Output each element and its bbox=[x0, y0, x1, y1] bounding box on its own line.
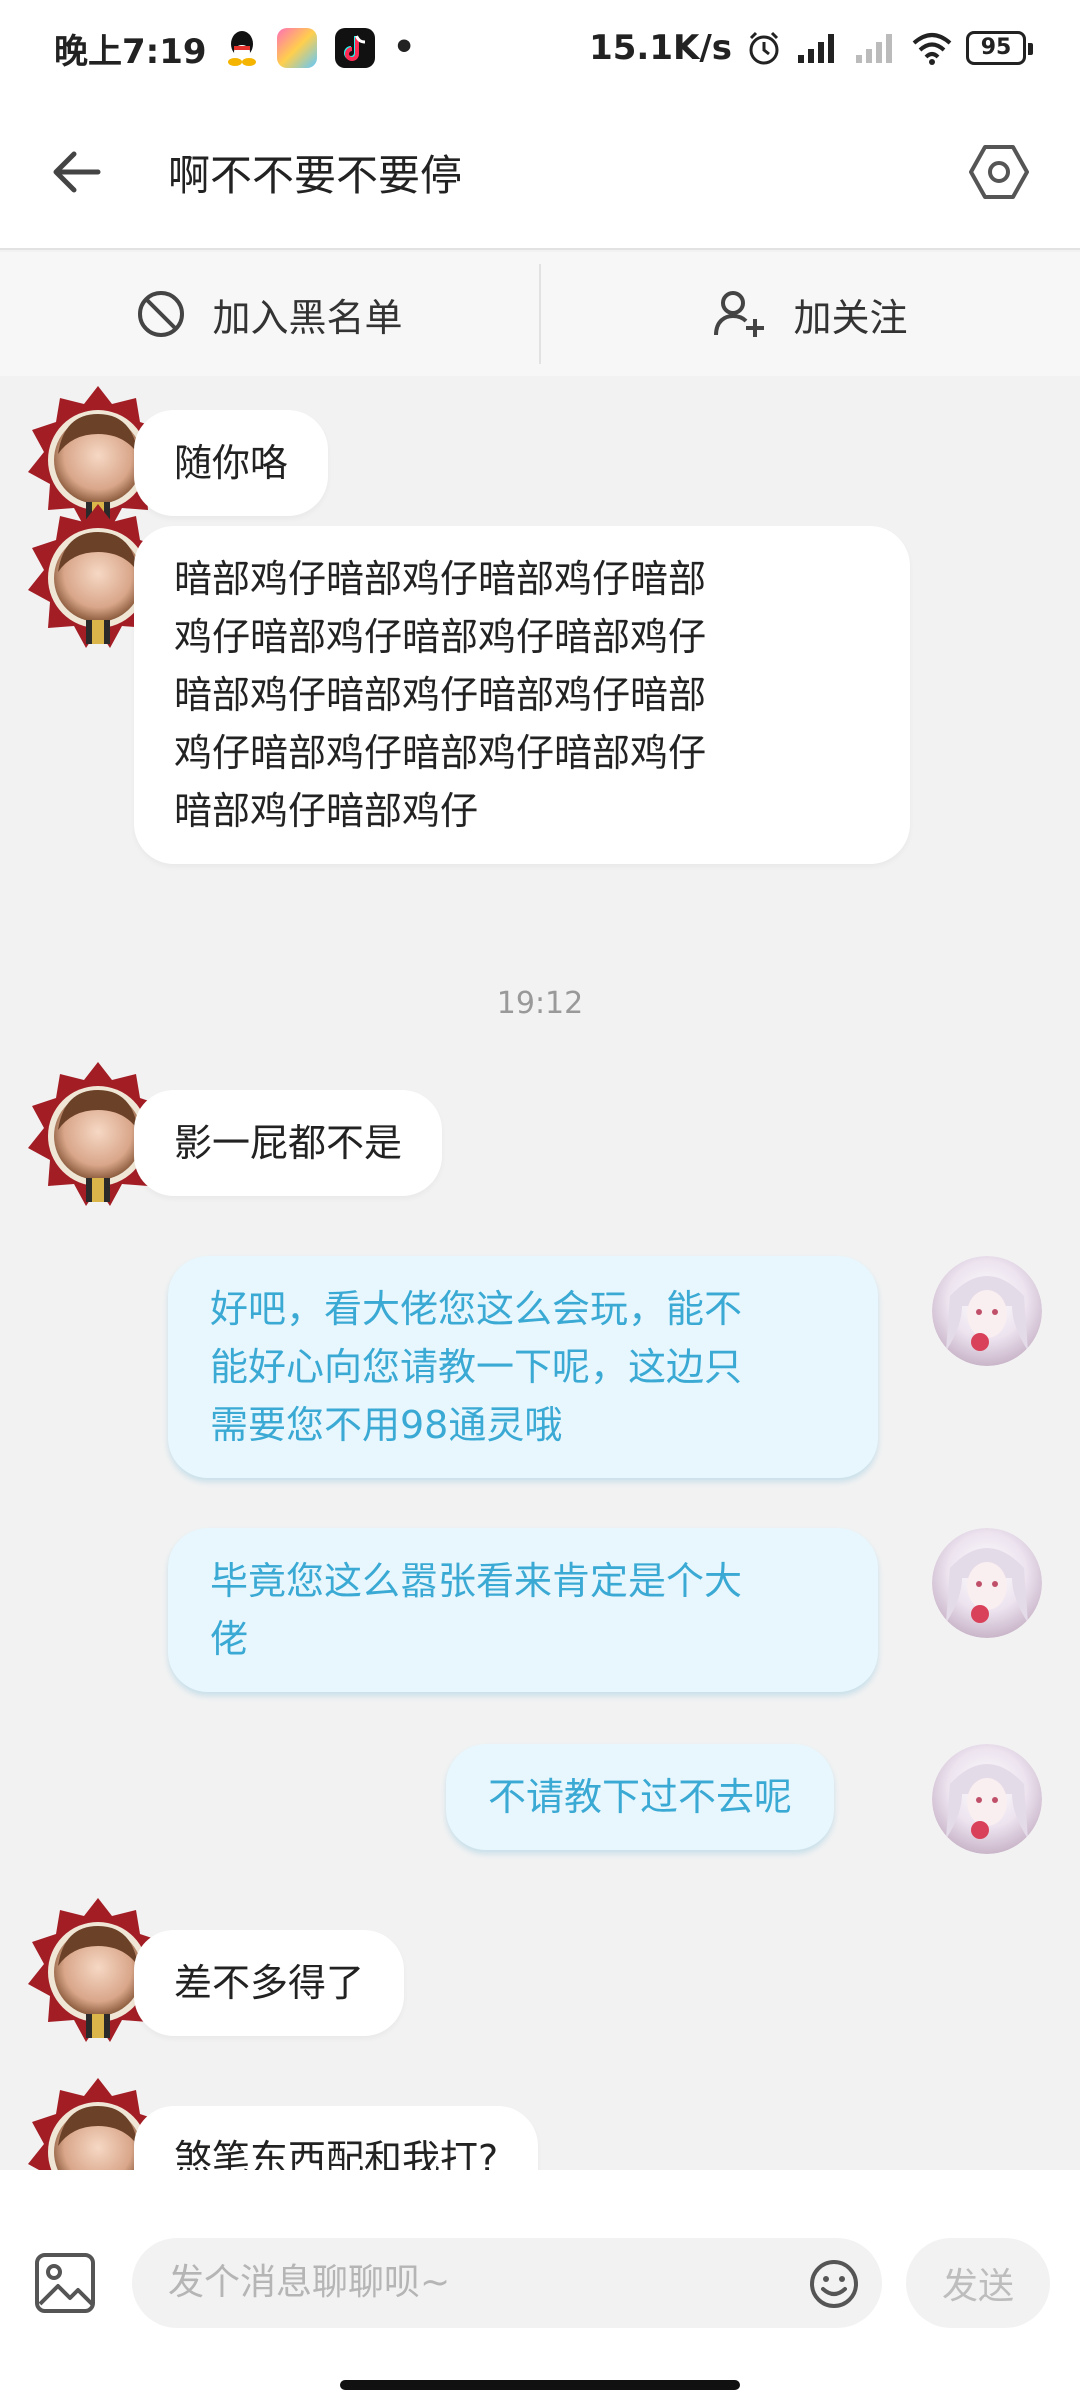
emoji-icon[interactable] bbox=[808, 2258, 860, 2310]
tiktok-icon bbox=[334, 28, 375, 68]
signal-weak-icon bbox=[856, 34, 892, 63]
message-bubble-incoming[interactable]: 煞笔东西配和我打? bbox=[134, 2106, 539, 2170]
message-bubble-incoming[interactable]: 差不多得了 bbox=[134, 1930, 405, 2036]
follow-label: 加关注 bbox=[793, 295, 908, 340]
message-input-bar: 发个消息聊聊呗~ 发送 bbox=[0, 2170, 1080, 2400]
follow-button[interactable]: 加关注 bbox=[541, 252, 1080, 376]
message-text: 影一屁都不是 bbox=[174, 1121, 403, 1165]
status-right: 15.1K/s 95 bbox=[589, 28, 1033, 68]
back-button[interactable] bbox=[22, 117, 132, 227]
message-list[interactable]: 随你咯 暗部鸡仔暗部鸡仔暗部鸡仔暗部 鸡仔暗部鸡仔暗部鸡仔暗部鸡仔 暗部鸡仔暗部… bbox=[0, 376, 1080, 2170]
wifi-icon bbox=[912, 33, 952, 65]
block-icon bbox=[138, 291, 185, 337]
message-input[interactable]: 发个消息聊聊呗~ bbox=[132, 2238, 882, 2328]
message-line: 鸡仔暗部鸡仔暗部鸡仔暗部鸡仔 bbox=[174, 615, 707, 659]
message-bubble-incoming[interactable]: 随你咯 bbox=[134, 410, 329, 516]
notification-dot: • bbox=[392, 27, 416, 68]
message-bubble-outgoing[interactable]: 不请教下过不去呢 bbox=[446, 1744, 835, 1850]
my-avatar[interactable] bbox=[932, 1528, 1042, 1638]
home-indicator[interactable] bbox=[340, 2380, 740, 2390]
message-line: 佬 bbox=[210, 1617, 249, 1661]
image-picker-icon[interactable] bbox=[34, 2252, 96, 2314]
message-text: 随你咯 bbox=[174, 441, 289, 485]
message-line: 好吧，看大佬您这么会玩，能不 bbox=[210, 1287, 743, 1331]
message-line: 暗部鸡仔暗部鸡仔暗部鸡仔暗部 bbox=[174, 557, 707, 601]
settings-button[interactable] bbox=[944, 117, 1054, 227]
net-speed: 15.1K/s bbox=[589, 28, 732, 68]
message-text: 不请教下过不去呢 bbox=[488, 1775, 793, 1819]
message-line: 暗部鸡仔暗部鸡仔 bbox=[174, 789, 479, 833]
add-user-icon bbox=[714, 291, 765, 337]
status-left: 晚上7:19 • bbox=[54, 24, 416, 73]
arrow-left-icon bbox=[53, 151, 101, 193]
send-button[interactable]: 发送 bbox=[906, 2238, 1050, 2328]
my-avatar[interactable] bbox=[932, 1256, 1042, 1366]
message-bubble-outgoing[interactable]: 好吧，看大佬您这么会玩，能不 能好心向您请教一下呢，这边只 需要您不用98通灵哦 bbox=[168, 1256, 878, 1478]
message-bubble-outgoing[interactable]: 毕竟您这么嚣张看来肯定是个大 佬 bbox=[168, 1528, 878, 1692]
status-bar: 晚上7:19 • 15.1K/s 95 bbox=[0, 0, 1080, 96]
message-text: 煞笔东西配和我打? bbox=[174, 2137, 499, 2170]
my-avatar[interactable] bbox=[932, 1744, 1042, 1854]
message-bubble-incoming[interactable]: 暗部鸡仔暗部鸡仔暗部鸡仔暗部 鸡仔暗部鸡仔暗部鸡仔暗部鸡仔 暗部鸡仔暗部鸡仔暗部… bbox=[134, 526, 910, 864]
block-button[interactable]: 加入黑名单 bbox=[0, 252, 539, 376]
qq-icon bbox=[227, 31, 256, 66]
alarm-icon bbox=[749, 31, 779, 65]
message-bubble-incoming[interactable]: 影一屁都不是 bbox=[134, 1090, 443, 1196]
chat-header: 啊不不要不要停 bbox=[0, 96, 1080, 250]
signal-icon bbox=[798, 34, 834, 63]
message-line: 需要您不用98通灵哦 bbox=[210, 1403, 563, 1447]
block-label: 加入黑名单 bbox=[212, 295, 403, 340]
message-timestamp: 19:12 bbox=[496, 986, 584, 1021]
message-line: 暗部鸡仔暗部鸡仔暗部鸡仔暗部 bbox=[174, 673, 707, 717]
hexagon-settings-icon bbox=[969, 145, 1029, 199]
message-text: 差不多得了 bbox=[174, 1961, 365, 2005]
clock: 晚上7:19 bbox=[54, 31, 207, 72]
message-line: 能好心向您请教一下呢，这边只 bbox=[210, 1345, 743, 1389]
message-line: 鸡仔暗部鸡仔暗部鸡仔暗部鸡仔 bbox=[174, 731, 707, 775]
message-line: 毕竟您这么嚣张看来肯定是个大 bbox=[210, 1559, 743, 1603]
battery-indicator: 95 bbox=[966, 31, 1033, 65]
chat-action-row: 加入黑名单 加关注 bbox=[0, 252, 1080, 376]
game-app-icon bbox=[276, 28, 317, 68]
page-title: 啊不不要不要停 bbox=[168, 150, 463, 200]
